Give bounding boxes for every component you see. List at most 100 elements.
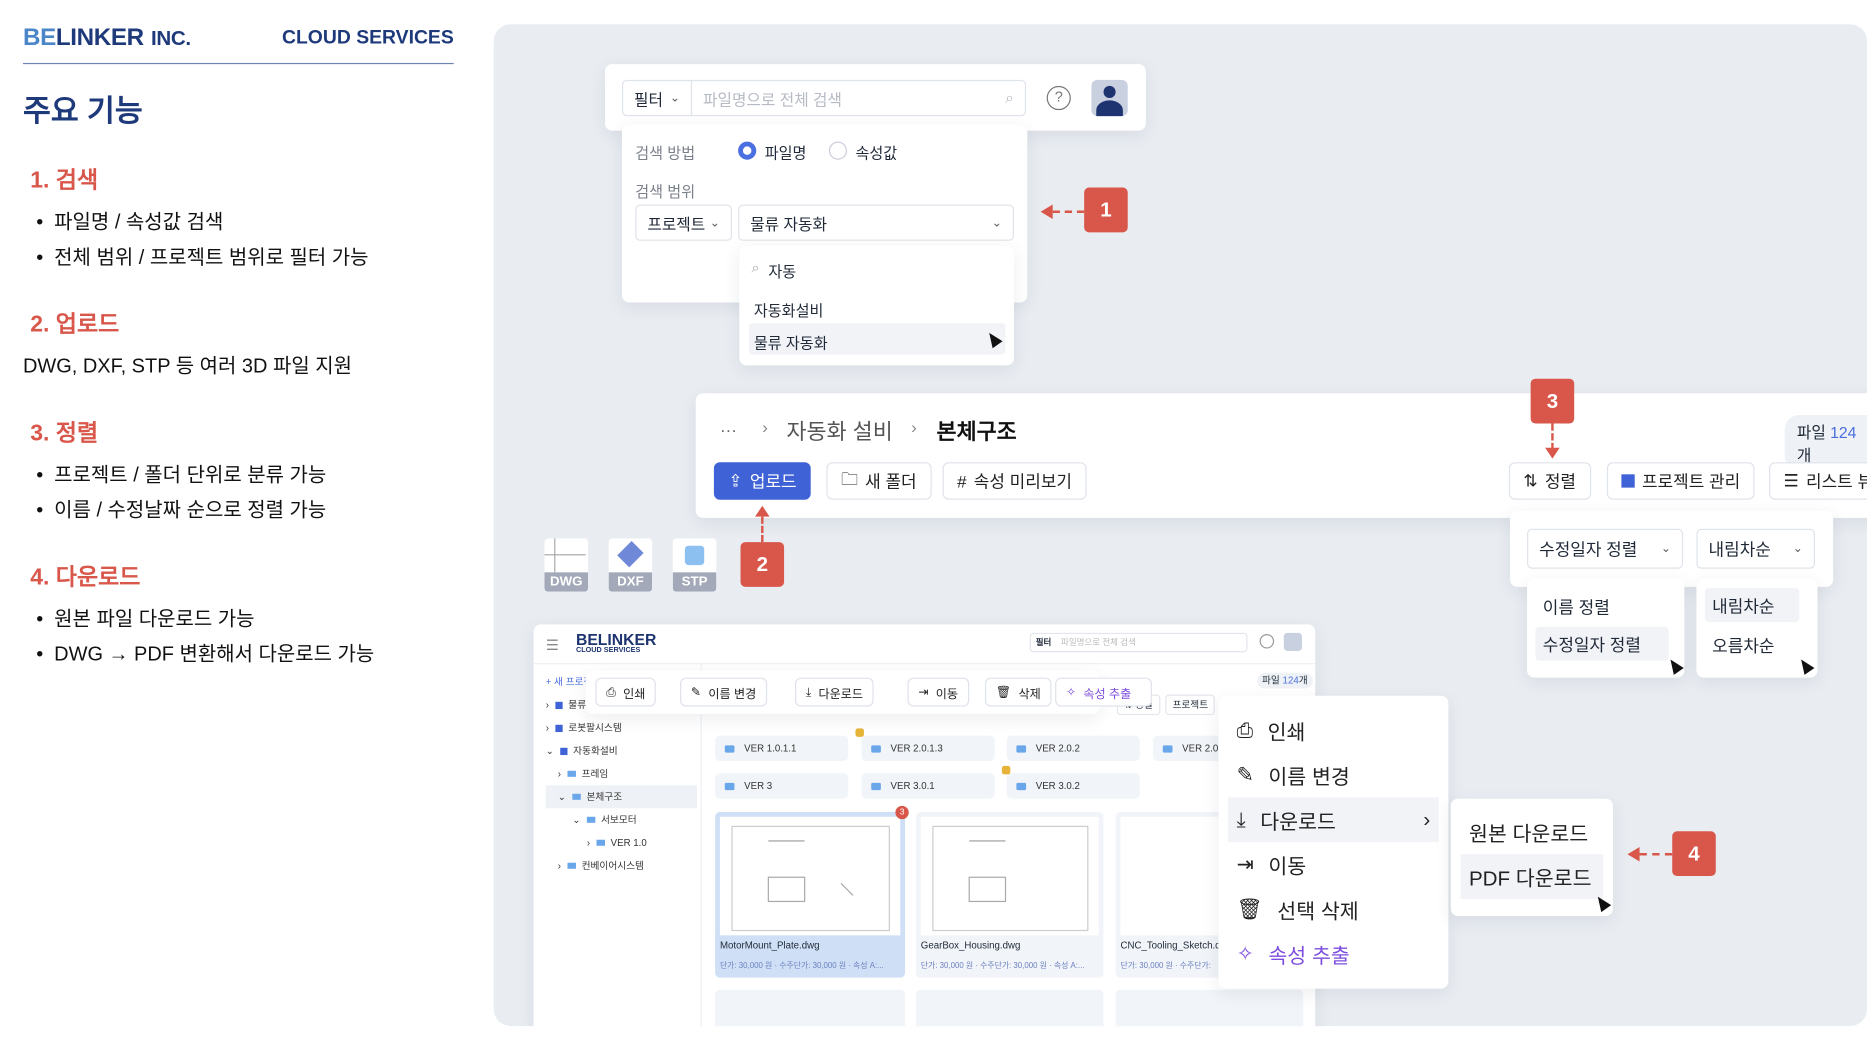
lock-icon [1001, 765, 1011, 775]
breadcrumb-item[interactable]: 자동화 설비 [787, 415, 893, 446]
file-name: CNC_Tooling_Sketch.dwg [1120, 940, 1233, 952]
sort-option[interactable]: 이름 정렬 [1543, 595, 1610, 619]
callout-badge-4: 4 [1672, 831, 1716, 877]
download-button[interactable]: ⤓ 다운로드 [794, 677, 874, 707]
submenu-original-download[interactable]: 원본 다운로드 [1451, 809, 1613, 854]
sort-panel: 수정일자 정렬 ⌄ 내림차순 ⌄ [1510, 510, 1834, 587]
folder-item[interactable]: VER 1.0.1.1 [715, 735, 849, 762]
sort-option-selected[interactable]: 수정일자 정렬 [1535, 626, 1669, 661]
help-icon[interactable]: ? [1046, 85, 1071, 111]
folder-item[interactable]: VER 2.0.1.3 [861, 735, 995, 762]
bullet: 전체 범위 / 프로젝트 범위로 필터 가능 [36, 241, 368, 270]
result-item-selected[interactable]: 물류 자동화 [748, 323, 1006, 355]
help-icon[interactable] [1259, 634, 1275, 649]
breadcrumb-more[interactable]: ··· [720, 420, 737, 439]
divider [22, 62, 454, 65]
list-view-button[interactable]: ☰ 리스트 뷰 [1769, 462, 1867, 500]
sort-icon: ⇅ [1523, 470, 1538, 491]
page: BELINKER INC. CLOUD SERVICES 주요 기능 1. 검색 … [0, 0, 1867, 1038]
file-name: MotorMount_Plate.dwg [719, 940, 820, 952]
folder-item[interactable]: VER 3.0.2 [1006, 773, 1140, 799]
upload-button[interactable]: ⇪ 업로드 [713, 462, 812, 500]
scope-value-select[interactable]: 물류 자동화 ⌄ [738, 204, 1014, 241]
pencil-icon: ✎ [1236, 762, 1254, 786]
submenu-pdf-download[interactable]: PDF 다운로드 [1460, 854, 1604, 900]
move-icon: ⇥ [1236, 852, 1254, 876]
folder-plus-icon: 🗀 [840, 468, 858, 489]
menu-item-print[interactable]: ⎙ 인쇄 [1218, 708, 1448, 753]
section-heading-upload: 2. 업로드 [30, 312, 120, 338]
drawing-thumbnail [920, 816, 1099, 936]
menu-item-download[interactable]: ⤓ 다운로드 › [1228, 797, 1439, 843]
result-item[interactable]: 자동화설비 [754, 298, 824, 321]
attribute-preview-button[interactable]: # 속성 미리보기 [942, 462, 1087, 500]
mini-project-button[interactable]: 프로젝트 [1165, 694, 1216, 716]
project-manage-button[interactable]: 프로젝트 관리 [1606, 462, 1755, 500]
mini-brand: BELINKER [575, 630, 657, 649]
filter-select[interactable]: 필터 ⌄ [621, 79, 693, 117]
delete-button[interactable]: 🗑 삭제 [984, 677, 1052, 707]
bullet: 파일명 / 속성값 검색 [36, 206, 223, 235]
hash-icon: # [957, 471, 967, 491]
print-button[interactable]: ⎙ 인쇄 [595, 677, 657, 707]
tree-item-selected[interactable]: ⌄ 본체구조 [545, 785, 697, 809]
callout-badge-2: 2 [740, 542, 785, 587]
chevron-right-icon: › [762, 417, 768, 437]
file-card[interactable]: GearBox_Housing.dwg 단가: 30,000 원 · 수주단가:… [915, 811, 1104, 978]
mini-search[interactable]: 필터 파일명으로 전체 검색 [1029, 632, 1248, 653]
callout-arrow [1052, 210, 1085, 213]
folder-item[interactable]: VER 3 [715, 773, 849, 799]
menu-item-delete[interactable]: 🗑 선택 삭제 [1218, 887, 1448, 932]
drawing-preview [932, 825, 1089, 932]
radio-filename[interactable] [738, 141, 757, 160]
scope-search-input[interactable]: ⌕ 자동 [751, 259, 796, 282]
arrow-head-icon [755, 505, 770, 517]
upload-icon: ⇪ [728, 470, 743, 491]
menu-item-extract[interactable]: ✧ 속성 추출 [1218, 932, 1448, 977]
folder-item[interactable]: VER 3.0.1 [861, 773, 995, 799]
sort-field-select[interactable]: 수정일자 정렬 ⌄ [1527, 528, 1684, 569]
brand-logo: BELINKER INC. [22, 24, 191, 51]
menu-item-move[interactable]: ⇥ 이동 [1218, 842, 1448, 887]
tree-item[interactable]: › 컨베이어시스템 [546, 854, 697, 877]
menu-icon[interactable]: ☰ [546, 636, 559, 653]
scope-type-select[interactable]: 프로젝트 ⌄ [635, 204, 733, 241]
selection-count-badge: 3 [895, 805, 909, 820]
menu-item-rename[interactable]: ✎ 이름 변경 [1218, 753, 1448, 798]
tree-item[interactable]: ⌄ 자동화설비 [546, 739, 697, 762]
page-title: 주요 기능 [22, 94, 143, 129]
sort-order-selected[interactable]: 내림차순 [1704, 588, 1800, 622]
tree-item[interactable]: › 프레임 [546, 762, 697, 785]
file-name: GearBox_Housing.dwg [920, 940, 1021, 952]
tree-item[interactable]: ⌄ 서보모터 [546, 808, 697, 831]
new-folder-button[interactable]: 🗀 새 폴더 [826, 462, 932, 500]
tree-item[interactable]: › 로봇팔시스템 [546, 716, 697, 739]
chevron-right-icon: › [911, 417, 917, 437]
avatar[interactable] [1091, 79, 1128, 117]
rename-button[interactable]: ✎ 이름 변경 [680, 677, 768, 707]
sort-option[interactable]: 오름차순 [1712, 634, 1774, 658]
search-icon: ⌕ [1005, 88, 1014, 107]
tree-item[interactable]: › VER 1.0 [546, 831, 697, 854]
sparkle-icon: ✧ [1236, 941, 1254, 965]
trash-icon: 🗑 [1236, 897, 1263, 921]
search-input[interactable]: 파일명으로 전체 검색 ⌕ [690, 79, 1027, 117]
file-card[interactable] [715, 989, 906, 1027]
sort-order-select[interactable]: 내림차순 ⌄ [1696, 528, 1815, 569]
extract-attributes-button[interactable]: ✧ 속성 추출 [1055, 677, 1152, 707]
move-button[interactable]: ⇥ 이동 [907, 677, 969, 707]
section-heading-search: 1. 검색 [30, 168, 99, 194]
file-card[interactable] [915, 989, 1104, 1027]
cursor-icon [1665, 656, 1684, 675]
file-card-selected[interactable]: MotorMount_Plate.dwg 단가: 30,000 원 · 수주단가… [715, 811, 906, 978]
sort-button[interactable]: ⇅ 정렬 [1508, 462, 1591, 500]
screenshot-panel: 필터 ⌄ 파일명으로 전체 검색 ⌕ ? 검색 방법 파일명 속성값 검색 범위 프… [493, 24, 1867, 1027]
radio-label: 파일명 [764, 145, 807, 163]
radio-attribute[interactable] [828, 141, 847, 160]
file-card[interactable] [1115, 989, 1304, 1027]
mini-app-window: ☰ BELINKER CLOUD SERVICES 필터 파일명으로 전체 검색 … [533, 624, 1316, 1027]
avatar[interactable] [1283, 632, 1302, 651]
folder-item[interactable]: VER 2.0.2 [1006, 735, 1140, 762]
bullet: 프로젝트 / 폴더 단위로 분류 가능 [36, 459, 326, 488]
search-scope-label: 검색 범위 [635, 183, 696, 201]
